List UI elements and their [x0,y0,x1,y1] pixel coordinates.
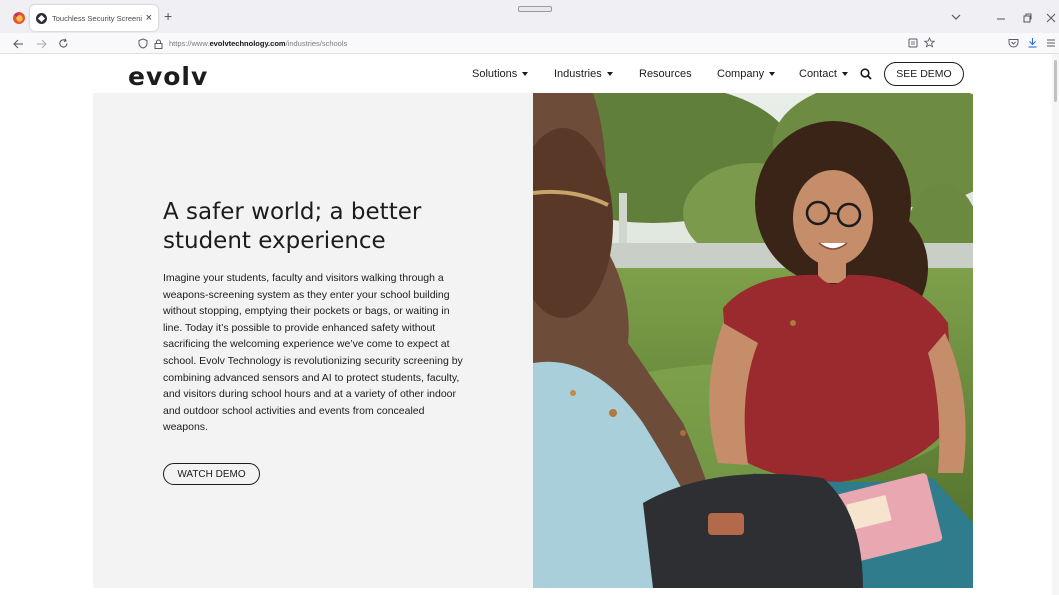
hero-title-line-1: A safer world; a better [163,199,422,225]
tab-drag-handle[interactable] [518,6,552,12]
url-text[interactable]: https://www.evolvtechnology.com/industri… [169,39,347,48]
chevron-down-icon [769,72,776,77]
url-bar[interactable]: https://www.evolvtechnology.com/industri… [138,35,938,52]
nav-solutions-label: Solutions [472,68,518,80]
pocket-icon[interactable] [1008,38,1019,48]
firefox-icon[interactable] [12,11,26,25]
url-prefix: https://www. [169,39,210,48]
lock-icon[interactable] [154,39,163,49]
close-window-icon[interactable] [1046,13,1056,23]
reader-view-icon[interactable] [908,38,918,48]
nav-contact-label: Contact [799,68,837,80]
site-header: evolv Solutions Industries Resources Com… [0,54,1059,93]
hero-title: A safer world; a better student experien… [163,198,483,256]
nav-contact[interactable]: Contact [799,68,848,80]
forward-arrow-icon[interactable] [36,39,47,49]
browser-tab-active[interactable]: Touchless Security Screening fo × [30,5,158,31]
url-domain: evolvtechnology.com [209,39,286,48]
chevron-down-icon [841,72,848,77]
nav-company[interactable]: Company [717,68,776,80]
new-tab-button[interactable]: + [164,9,172,23]
shield-icon[interactable] [138,38,148,49]
page-scrollbar[interactable] [1052,54,1059,595]
nav-resources-label: Resources [639,68,692,80]
download-icon[interactable] [1027,37,1038,48]
evolv-logo[interactable]: evolv [128,62,208,91]
list-all-tabs-icon[interactable] [951,13,961,21]
back-arrow-icon[interactable] [13,39,24,49]
hamburger-menu-icon[interactable] [1046,38,1056,48]
browser-tab-strip: Touchless Security Screening fo × + [0,0,1059,33]
maximize-icon[interactable] [1022,13,1032,23]
see-demo-button[interactable]: SEE DEMO [884,62,964,86]
tab-title: Touchless Security Screening fo [52,13,142,23]
evolv-favicon-icon [36,12,47,24]
nav-industries-label: Industries [554,68,602,80]
reload-icon[interactable] [58,38,69,49]
url-path: /industries/schools [285,39,348,48]
browser-navbar: https://www.evolvtechnology.com/industri… [0,33,1059,54]
hero-body-text: Imagine your students, faculty and visit… [163,272,463,434]
nav-company-label: Company [717,68,765,80]
hero-title-line-2: student experience [163,228,386,254]
search-icon[interactable] [860,68,872,80]
students-photo-illustration [533,93,973,588]
nav-industries[interactable]: Industries [554,68,613,80]
watch-demo-button[interactable]: WATCH DEMO [163,463,260,485]
hero-image-students [533,93,973,588]
nav-resources[interactable]: Resources [639,68,692,80]
tab-close-icon[interactable]: × [146,12,152,24]
scrollbar-thumb[interactable] [1054,60,1057,102]
nav-solutions[interactable]: Solutions [472,68,529,80]
bookmark-star-icon[interactable] [924,37,935,48]
minimize-icon[interactable] [996,14,1006,24]
chevron-down-icon [522,72,529,77]
chevron-down-icon [606,72,613,77]
